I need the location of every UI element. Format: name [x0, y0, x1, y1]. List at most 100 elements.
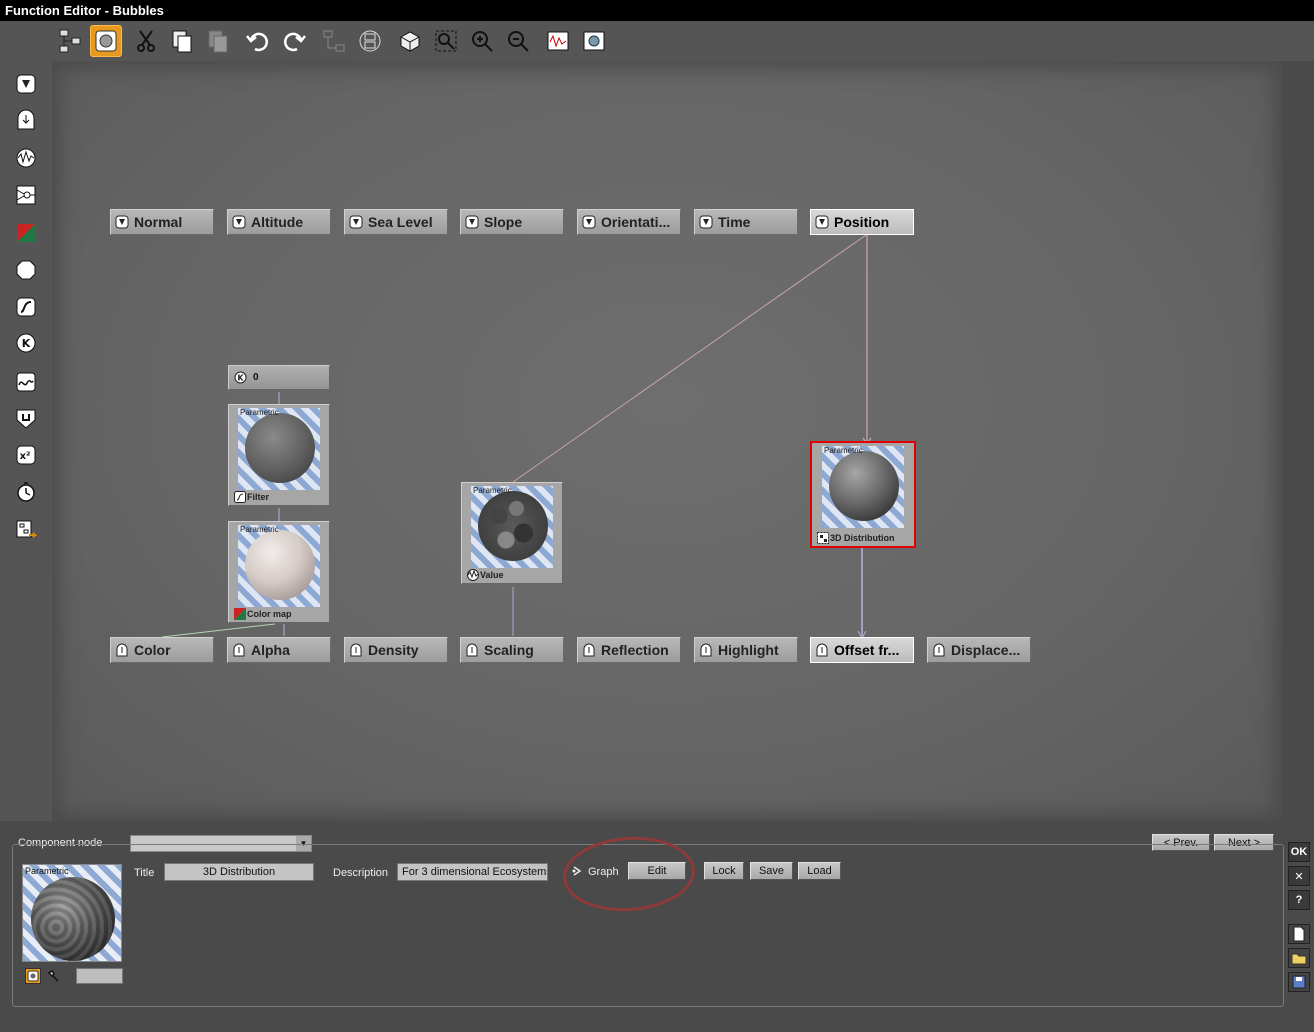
node-tree-icon[interactable]	[55, 25, 87, 57]
description-field[interactable]: For 3 dimensional Ecosystems	[397, 863, 548, 881]
input-node-label: Sea Level	[368, 214, 433, 230]
input-node-icon	[582, 215, 596, 229]
input-node-sea-level[interactable]: Sea Level	[344, 209, 448, 235]
lock-button[interactable]: Lock	[704, 862, 744, 880]
output-node-icon	[700, 643, 712, 657]
redo-icon[interactable]	[278, 25, 310, 57]
cut-icon[interactable]	[130, 25, 162, 57]
preview-tag: Parametric	[824, 446, 863, 455]
constant-node[interactable]: K 0	[228, 365, 330, 390]
input-node-normal[interactable]: Normal	[110, 209, 214, 235]
preview-sphere	[478, 491, 548, 561]
save-button[interactable]: Save	[750, 862, 793, 880]
output-node-scaling[interactable]: Scaling	[460, 637, 564, 663]
node-preview: Parametric	[822, 446, 904, 528]
input-node-slope[interactable]: Slope	[460, 209, 564, 235]
input-node-altitude[interactable]: Altitude	[227, 209, 331, 235]
input-node-position[interactable]: Position	[810, 209, 914, 235]
ok-button[interactable]: OK	[1288, 842, 1310, 862]
output-node-label: Scaling	[484, 642, 534, 658]
input-node-icon	[232, 215, 246, 229]
output-node-icon	[116, 643, 128, 657]
input-node-time[interactable]: Time	[694, 209, 798, 235]
output-node-icon[interactable]	[14, 108, 38, 132]
filter-icon[interactable]	[14, 295, 38, 319]
output-node-displacement[interactable]: Displace...	[927, 637, 1031, 663]
color-map-icon[interactable]	[14, 221, 38, 245]
render-icon[interactable]	[578, 25, 610, 57]
group-node-icon[interactable]	[14, 518, 38, 542]
output-node-icon	[233, 643, 245, 657]
input-node-icon	[115, 215, 129, 229]
paste-icon[interactable]	[202, 25, 234, 57]
preview-sphere	[31, 877, 115, 961]
input-node-label: Position	[834, 214, 890, 230]
input-node-icon	[465, 215, 479, 229]
output-node-label: Color	[134, 642, 171, 658]
combiner-icon[interactable]	[14, 183, 38, 207]
graph-canvas[interactable]: Normal Altitude Sea Level Slope Orientat…	[52, 61, 1282, 821]
preview-extra-field[interactable]	[76, 968, 123, 984]
input-node-label: Normal	[134, 214, 183, 230]
title-field[interactable]: 3D Distribution	[164, 863, 314, 881]
preview-icon[interactable]	[90, 25, 122, 57]
output-node-highlight[interactable]: Highlight	[694, 637, 798, 663]
cancel-button[interactable]: ✕	[1288, 866, 1310, 886]
output-node-label: Density	[368, 642, 419, 658]
description-label: Description	[333, 867, 389, 879]
preview-sphere	[829, 451, 899, 521]
new-file-icon[interactable]	[1288, 924, 1310, 944]
output-node-offset[interactable]: Offset fr...	[810, 637, 914, 663]
preview-tag: Parametric	[25, 866, 69, 876]
constant-icon[interactable]: K	[14, 331, 38, 355]
color-map-node[interactable]: Parametric Color map	[228, 521, 330, 623]
zoom-in-icon[interactable]	[466, 25, 498, 57]
material-icon[interactable]	[46, 968, 62, 984]
zoom-fit-icon[interactable]	[394, 25, 426, 57]
timer-icon[interactable]	[14, 480, 38, 504]
combiner-icon	[817, 532, 829, 544]
zoom-select-icon[interactable]	[430, 25, 462, 57]
node-preview: Parametric	[471, 486, 553, 568]
help-button[interactable]: ?	[1288, 890, 1310, 910]
output-node-icon	[933, 643, 945, 657]
wave-icon[interactable]	[14, 370, 38, 394]
noise-icon[interactable]	[14, 146, 38, 170]
input-node-icon	[349, 215, 363, 229]
constant-node-label: 0	[253, 372, 259, 383]
input-node-label: Time	[718, 214, 751, 230]
distribution-node[interactable]: Parametric 3D Distribution	[810, 441, 916, 548]
undo-icon[interactable]	[242, 25, 274, 57]
preview-icon[interactable]	[25, 968, 41, 984]
open-folder-icon[interactable]	[1288, 948, 1310, 968]
dynamic-icon[interactable]	[14, 407, 38, 431]
value-node[interactable]: Parametric Value	[461, 482, 563, 584]
ungroup-icon[interactable]	[354, 25, 386, 57]
distribution-node-label: 3D Distribution	[830, 533, 895, 543]
turbulence-icon[interactable]	[14, 258, 38, 282]
zoom-out-icon[interactable]	[502, 25, 534, 57]
output-node-density[interactable]: Density	[344, 637, 448, 663]
left-toolbar: K x²	[0, 61, 52, 821]
output-node-alpha[interactable]: Alpha	[227, 637, 331, 663]
filter-node[interactable]: Parametric Filter	[228, 404, 330, 506]
output-node-color[interactable]: Color	[110, 637, 214, 663]
group-icon[interactable]	[318, 25, 350, 57]
curve-icon[interactable]	[542, 25, 574, 57]
input-node-label: Slope	[484, 214, 523, 230]
math-icon[interactable]: x²	[14, 443, 38, 467]
load-button[interactable]: Load	[798, 862, 841, 880]
title-label: Title	[134, 867, 155, 879]
color-map-icon	[234, 608, 246, 620]
window-title: Function Editor - Bubbles	[0, 0, 1314, 21]
input-node-orientation[interactable]: Orientati...	[577, 209, 681, 235]
input-node-label: Altitude	[251, 214, 304, 230]
preview-sphere	[245, 530, 315, 600]
output-node-label: Displace...	[951, 642, 1021, 658]
input-node-icon[interactable]	[14, 72, 38, 96]
save-disk-icon[interactable]	[1288, 972, 1310, 992]
copy-icon[interactable]	[166, 25, 198, 57]
output-node-reflection[interactable]: Reflection	[577, 637, 681, 663]
output-node-icon	[816, 643, 828, 657]
noise-icon	[467, 569, 479, 581]
